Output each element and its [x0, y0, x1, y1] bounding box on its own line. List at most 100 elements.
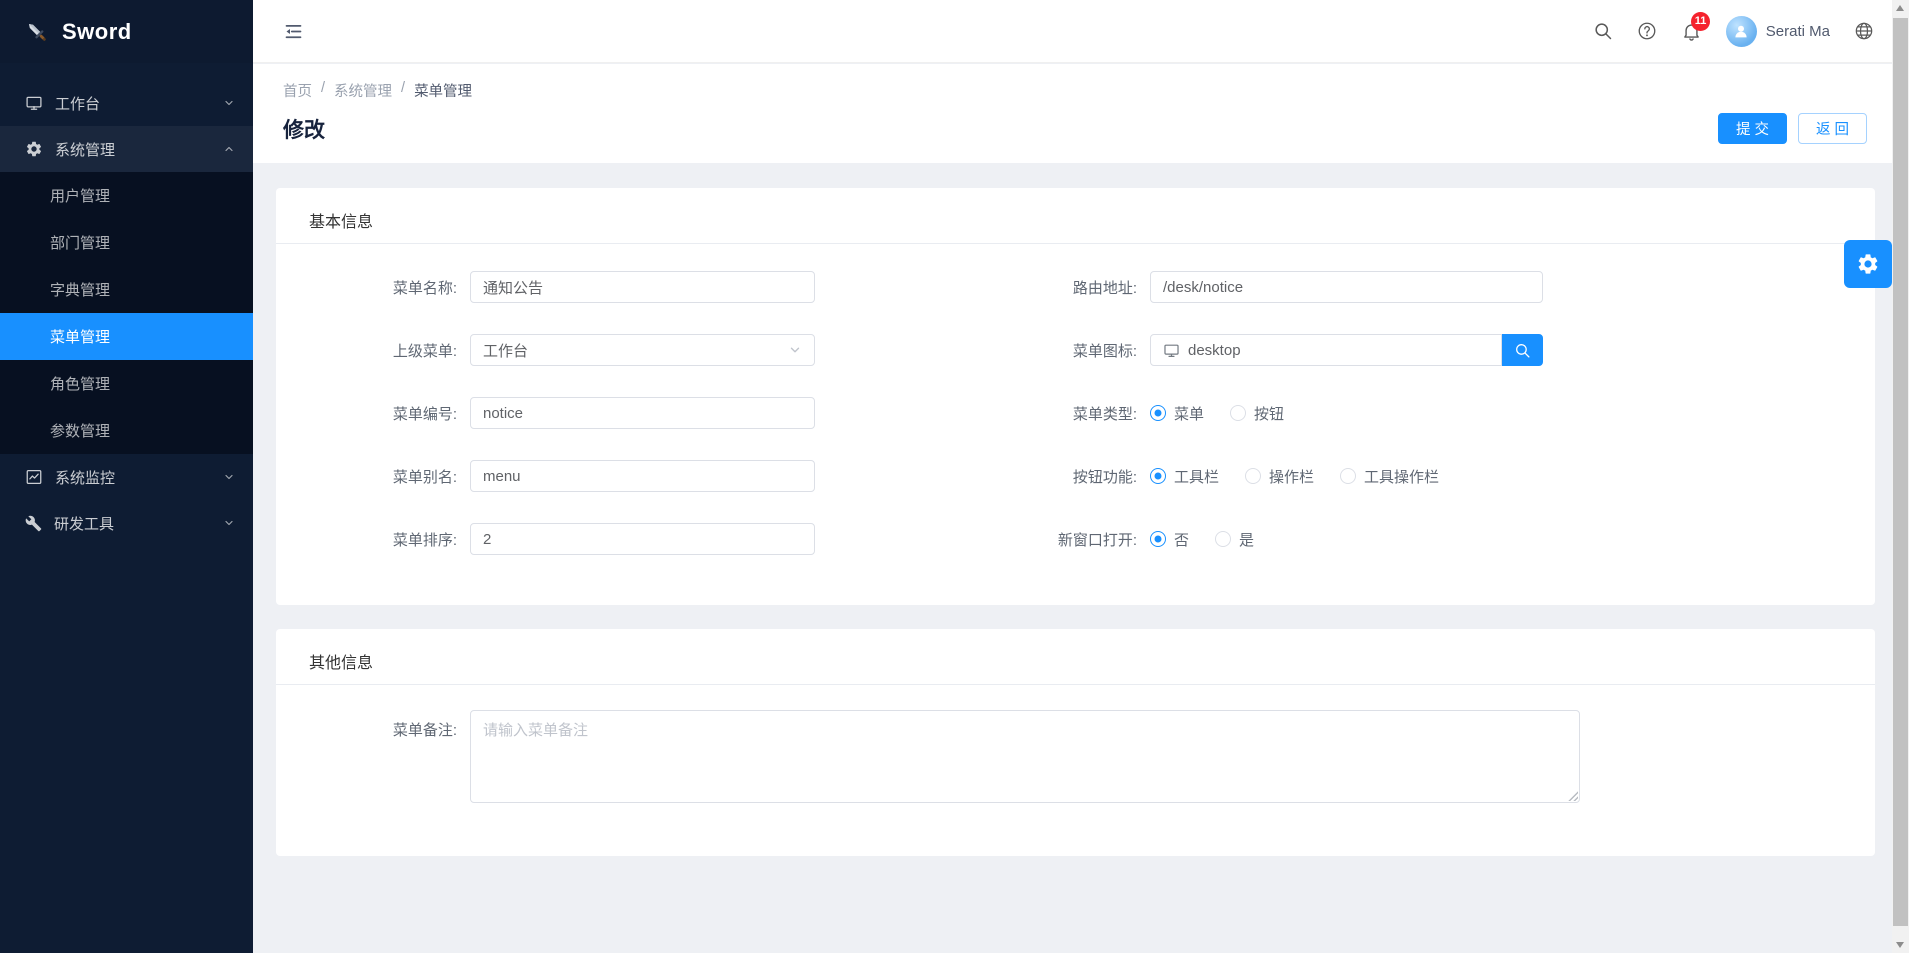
remark-textarea[interactable]	[470, 710, 1580, 803]
globe-icon	[1854, 21, 1874, 41]
sidebar-item-dept-management[interactable]: 部门管理	[0, 219, 253, 266]
radio-menu-type-button[interactable]: 按钮	[1230, 403, 1284, 424]
gear-icon	[25, 140, 43, 158]
field-menu-name: 菜单名称:	[282, 271, 815, 303]
field-button-func: 按钮功能: 工具栏 操作栏 工具操作栏	[962, 460, 1439, 492]
user-name: Serati Ma	[1766, 23, 1830, 40]
radio-label: 工具操作栏	[1364, 466, 1439, 487]
sidebar-item-user-management[interactable]: 用户管理	[0, 172, 253, 219]
radio-new-window-yes[interactable]: 是	[1215, 529, 1254, 550]
sidebar-item-label: 角色管理	[50, 373, 110, 394]
title-actions: 提 交 返 回	[1718, 113, 1867, 144]
radio-dot	[1150, 405, 1166, 421]
menu-code-label: 菜单编号:	[282, 403, 470, 424]
search-icon	[1514, 342, 1531, 359]
notifications-button[interactable]: 11	[1681, 21, 1702, 42]
chevron-down-icon	[223, 471, 235, 483]
field-menu-alias: 菜单别名:	[282, 460, 815, 492]
page-header: 首页 / 系统管理 / 菜单管理 修改 提 交 返 回	[253, 64, 1892, 163]
sidebar-item-role-management[interactable]: 角色管理	[0, 360, 253, 407]
breadcrumb-system[interactable]: 系统管理	[334, 80, 392, 101]
sidebar-item-label: 系统监控	[55, 467, 115, 488]
page-title: 修改	[283, 114, 325, 144]
radio-dot	[1150, 531, 1166, 547]
sidebar-item-label: 部门管理	[50, 232, 110, 253]
sidebar-item-label: 字典管理	[50, 279, 110, 300]
sidebar-item-label: 菜单管理	[50, 326, 110, 347]
radio-dot	[1150, 468, 1166, 484]
radio-menu-type-menu[interactable]: 菜单	[1150, 403, 1204, 424]
field-menu-icon: 菜单图标: desktop	[962, 334, 1543, 366]
sidebar-item-system-management[interactable]: 系统管理	[0, 126, 253, 172]
route-input[interactable]	[1150, 271, 1543, 303]
sidebar-item-dev-tools[interactable]: 研发工具	[0, 500, 253, 546]
chevron-down-icon	[788, 343, 802, 357]
sort-input[interactable]	[470, 523, 815, 555]
scrollbar-thumb[interactable]	[1893, 18, 1908, 926]
parent-menu-label: 上级菜单:	[282, 340, 470, 361]
scrollbar-down-arrow[interactable]	[1896, 942, 1904, 948]
menu-icon-input[interactable]: desktop	[1150, 334, 1502, 366]
menu-name-input[interactable]	[470, 271, 815, 303]
radio-button-func-tool-actionbar[interactable]: 工具操作栏	[1340, 466, 1439, 487]
sidebar: Sword 工作台 系统管理 用户管理 部门管理 字典管	[0, 0, 253, 953]
icon-search-button[interactable]	[1502, 334, 1543, 366]
radio-new-window-no[interactable]: 否	[1150, 529, 1189, 550]
parent-menu-value: 工作台	[483, 340, 528, 361]
field-menu-type: 菜单类型: 菜单 按钮	[962, 397, 1284, 429]
new-window-label: 新窗口打开:	[962, 529, 1150, 550]
menu-type-label: 菜单类型:	[962, 403, 1150, 424]
avatar	[1726, 16, 1757, 47]
basic-info-card: 基本信息 菜单名称: 路由地址: 上级菜单: 工作台 菜单图标:	[276, 188, 1875, 605]
parent-menu-select[interactable]: 工作台	[470, 334, 815, 366]
sidebar-item-dict-management[interactable]: 字典管理	[0, 266, 253, 313]
radio-label: 菜单	[1174, 403, 1204, 424]
chevron-down-icon	[223, 517, 235, 529]
radio-label: 按钮	[1254, 403, 1284, 424]
desktop-icon	[1163, 342, 1180, 359]
button-func-label: 按钮功能:	[962, 466, 1150, 487]
scrollbar[interactable]	[1892, 0, 1909, 953]
help-button[interactable]	[1637, 21, 1657, 41]
language-button[interactable]	[1854, 21, 1874, 41]
help-icon	[1637, 21, 1657, 41]
sidebar-item-system-monitor[interactable]: 系统监控	[0, 454, 253, 500]
breadcrumb-current: 菜单管理	[414, 80, 472, 101]
theme-settings-button[interactable]	[1844, 240, 1892, 288]
chart-icon	[25, 468, 43, 486]
button-func-radio-group: 工具栏 操作栏 工具操作栏	[1150, 466, 1439, 487]
monitor-icon	[25, 94, 43, 112]
search-icon	[1593, 21, 1613, 41]
sidebar-menu: 工作台 系统管理 用户管理 部门管理 字典管理 菜单管理	[0, 63, 253, 546]
sidebar-item-label: 工作台	[55, 93, 100, 114]
person-icon	[1732, 22, 1750, 40]
sidebar-item-menu-management[interactable]: 菜单管理	[0, 313, 253, 360]
menu-code-input[interactable]	[470, 397, 815, 429]
radio-button-func-toolbar[interactable]: 工具栏	[1150, 466, 1219, 487]
title-row: 修改 提 交 返 回	[253, 101, 1892, 144]
menu-alias-input[interactable]	[470, 460, 815, 492]
breadcrumb-home[interactable]: 首页	[283, 80, 312, 101]
brand[interactable]: Sword	[0, 0, 253, 63]
back-button[interactable]: 返 回	[1798, 113, 1867, 144]
search-button[interactable]	[1593, 21, 1613, 41]
user-menu[interactable]: Serati Ma	[1726, 16, 1830, 47]
sort-label: 菜单排序:	[282, 529, 470, 550]
section-title-other: 其他信息	[276, 629, 1875, 673]
sidebar-item-param-management[interactable]: 参数管理	[0, 407, 253, 454]
radio-dot	[1230, 405, 1246, 421]
top-bar-actions: 11 Serati Ma	[1593, 16, 1892, 47]
sidebar-collapse-button[interactable]	[283, 21, 304, 42]
remark-label: 菜单备注:	[282, 710, 470, 807]
radio-button-func-actionbar[interactable]: 操作栏	[1245, 466, 1314, 487]
radio-dot	[1245, 468, 1261, 484]
field-sort: 菜单排序:	[282, 523, 815, 555]
sidebar-item-label: 系统管理	[55, 139, 115, 160]
menu-icon-input-group: desktop	[1150, 334, 1543, 366]
submit-button[interactable]: 提 交	[1718, 113, 1787, 144]
chevron-up-icon	[223, 143, 235, 155]
sidebar-submenu: 用户管理 部门管理 字典管理 菜单管理 角色管理 参数管理	[0, 172, 253, 454]
sidebar-item-workbench[interactable]: 工作台	[0, 80, 253, 126]
section-title-basic: 基本信息	[276, 188, 1875, 232]
scrollbar-up-arrow[interactable]	[1896, 5, 1904, 11]
